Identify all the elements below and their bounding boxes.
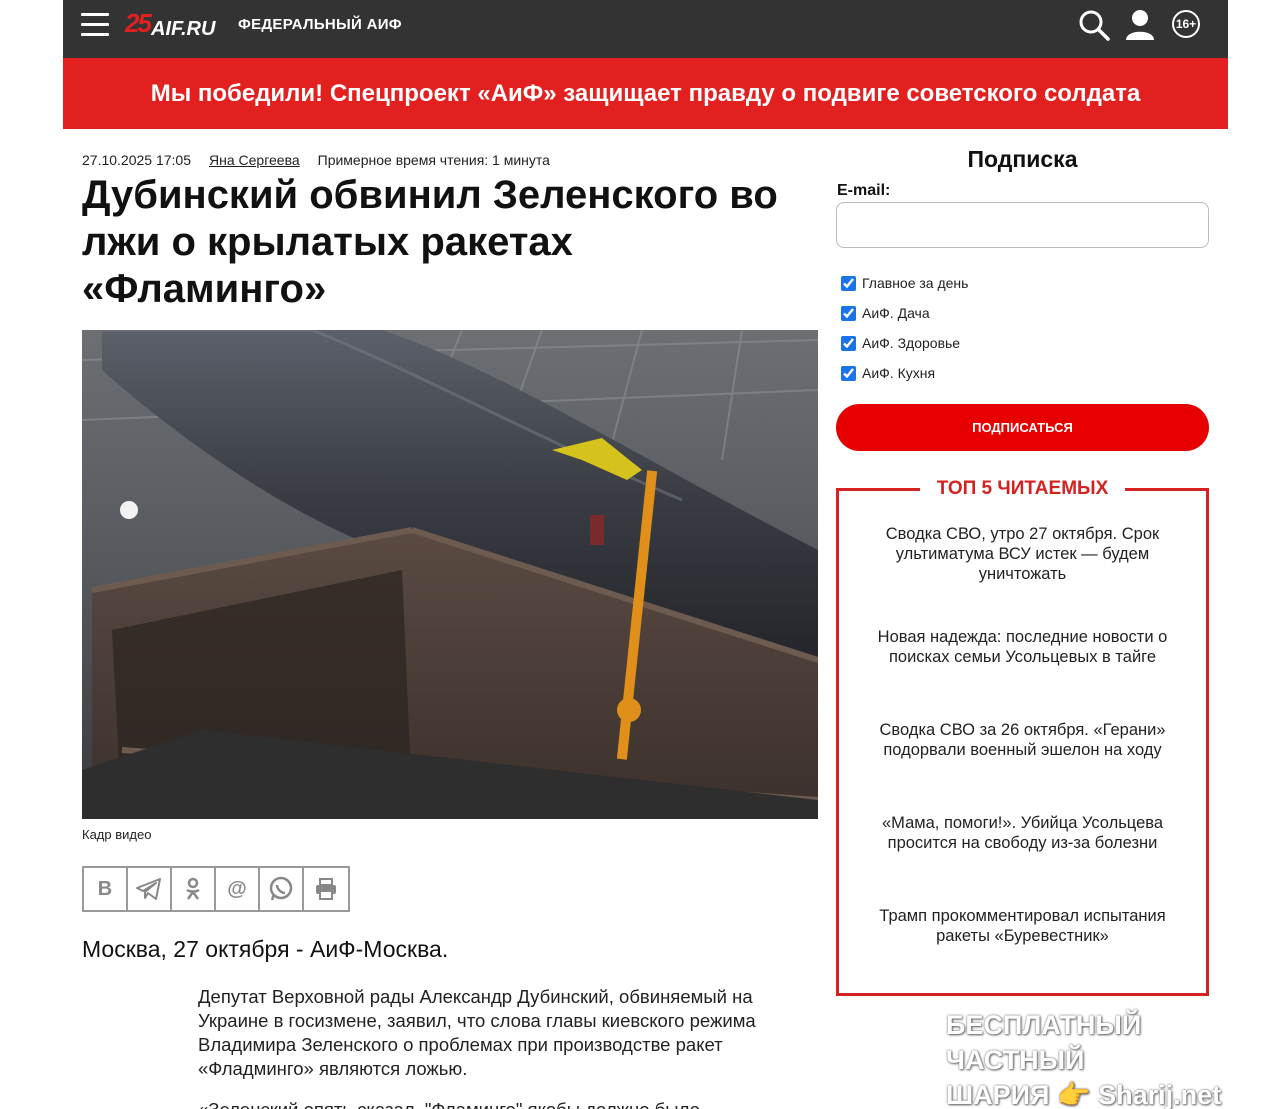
whatsapp-icon (269, 876, 293, 901)
image-caption: Кадр видео (82, 827, 152, 842)
top5-title: ТОП 5 ЧИТАЕМЫХ (920, 478, 1125, 500)
share-buttons: В @ (82, 866, 350, 912)
mail-share-button[interactable]: @ (216, 868, 260, 910)
checkbox-label: АиФ. Здоровье (862, 335, 961, 351)
checkbox-kitchen[interactable] (841, 365, 856, 381)
section-link[interactable]: ФЕДЕРАЛЬНЫЙ АИФ (238, 16, 402, 33)
article-author-link[interactable]: Яна Сергеева (209, 152, 300, 168)
special-project-banner[interactable]: Мы победили! Спецпроект «АиФ» защищает п… (63, 58, 1228, 129)
article-meta: 27.10.2025 17:05 Яна Сергеева Примерное … (82, 152, 550, 168)
logo-text: AIF.RU (151, 18, 216, 40)
article-dateline: Москва, 27 октября - АиФ-Москва. (82, 936, 449, 962)
article-title: Дубинский обвинил Зеленского во лжи о кр… (82, 173, 778, 311)
subscription-title: Подписка (967, 146, 1078, 172)
user-icon[interactable] (1124, 9, 1156, 41)
checkbox-label: Главное за день (862, 275, 969, 291)
email-label: E-mail: (837, 182, 891, 199)
vk-share-button[interactable]: В (84, 868, 128, 910)
subscribe-button[interactable]: ПОДПИСАТЬСЯ (836, 404, 1209, 451)
subscription-option-main[interactable]: Главное за день (841, 275, 968, 291)
telegram-share-button[interactable] (128, 868, 172, 910)
reading-time: Примерное время чтения: 1 минута (317, 152, 550, 168)
checkbox-label: АиФ. Дача (862, 305, 930, 321)
menu-icon[interactable] (81, 13, 109, 37)
vk-icon: В (97, 877, 113, 900)
age-rating-badge: 16+ (1172, 10, 1200, 38)
odnoklassniki-share-button[interactable] (172, 868, 216, 910)
top5-item-4[interactable]: «Мама, помоги!». Убийца Усольцева просит… (852, 813, 1193, 853)
checkbox-dacha[interactable] (841, 305, 856, 321)
subscription-option-dacha[interactable]: АиФ. Дача (841, 305, 930, 321)
mail-icon: @ (227, 877, 247, 900)
top5-item-5[interactable]: Трамп прокомментировал испытания ракеты … (852, 906, 1193, 946)
banner-text: Мы победили! Спецпроект «АиФ» защищает п… (150, 79, 1141, 107)
watermark: БЕСПЛАТНЫЙ ЧАСТНЫЙ ШАРИЯ 👉 Sharij.net (946, 1008, 1256, 1109)
top5-item-2[interactable]: Новая надежда: последние новости о поиск… (852, 627, 1193, 667)
odnoklassniki-icon (186, 877, 200, 900)
watermark-line-2: ШАРИЯ 👉 Sharij.net (946, 1080, 1222, 1109)
top5-item-1[interactable]: Сводка СВО, утро 27 октября. Срок ультим… (852, 524, 1193, 584)
print-button[interactable] (304, 868, 348, 910)
checkbox-main[interactable] (841, 275, 856, 291)
search-icon[interactable] (1078, 9, 1110, 41)
subscription-option-health[interactable]: АиФ. Здоровье (841, 335, 960, 351)
article-lead-paragraph: Депутат Верховной рады Александр Дубинск… (198, 986, 756, 1079)
telegram-icon (136, 878, 161, 900)
site-header: 25 AIF.RU ФЕДЕРАЛЬНЫЙ АИФ 16+ (63, 0, 1228, 58)
article-datetime: 27.10.2025 17:05 (82, 152, 191, 168)
top5-item-3[interactable]: Сводка СВО за 26 октября. «Герани» подор… (852, 720, 1193, 760)
article-paragraph: «Зеленский опять сказал, "Фламинго" якоб… (198, 1098, 813, 1109)
checkbox-health[interactable] (841, 335, 856, 351)
site-logo[interactable]: 25 AIF.RU (125, 8, 229, 44)
checkbox-label: АиФ. Кухня (862, 365, 936, 381)
article-image (82, 330, 818, 819)
watermark-line-1: БЕСПЛАТНЫЙ ЧАСТНЫЙ (946, 1010, 1142, 1075)
subscription-option-kitchen[interactable]: АиФ. Кухня (841, 365, 935, 381)
whatsapp-share-button[interactable] (260, 868, 304, 910)
email-input[interactable] (836, 202, 1209, 248)
print-icon (316, 878, 336, 900)
logo-anniversary-number: 25 (125, 8, 152, 38)
